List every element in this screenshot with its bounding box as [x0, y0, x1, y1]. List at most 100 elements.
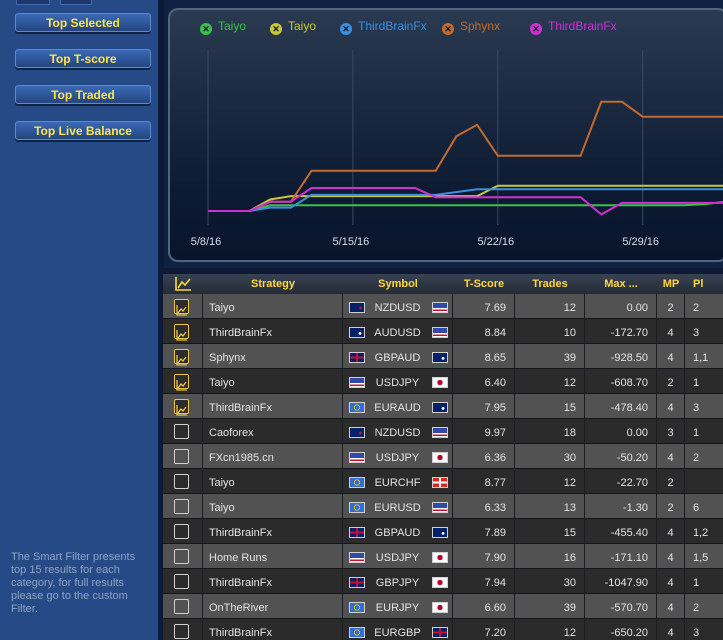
table-row[interactable]: Caoforex NZDUSD 9.97 18 0.00 3 1: [163, 419, 723, 444]
chart-toggle-checkbox[interactable]: [174, 524, 189, 539]
select-cell: [163, 494, 203, 518]
close-icon[interactable]: ✕: [442, 23, 454, 35]
sidebar: Top Selected Top T-score Top Traded Top …: [0, 0, 161, 640]
tscore-cell: 9.97: [453, 419, 515, 443]
mp-cell: 4: [657, 519, 685, 543]
select-cell: [163, 369, 203, 393]
chart-toggle-checkbox[interactable]: [174, 599, 189, 614]
pl-cell: 6: [693, 502, 700, 514]
symbol-cell: GBPAUD: [343, 344, 453, 368]
flag-icon: [432, 527, 448, 538]
legend-item[interactable]: ✕ ThirdBrainFx: [340, 18, 427, 35]
close-icon[interactable]: ✕: [340, 23, 352, 35]
trades-cell: 12: [515, 469, 585, 493]
table-row[interactable]: Sphynx GBPAUD 8.65 39 -928.50 4 1,1: [163, 344, 723, 369]
table-row[interactable]: Taiyo USDJPY 6.40 12 -608.70 2 1: [163, 369, 723, 394]
chart-column-header[interactable]: [163, 274, 203, 294]
select-cell: [163, 394, 203, 418]
chart-toggle-checkbox[interactable]: [174, 474, 189, 489]
top-selected-button[interactable]: Top Selected: [15, 13, 151, 32]
strategy-cell: Sphynx: [203, 344, 343, 368]
max-drawdown-cell: -1047.90: [585, 569, 657, 593]
table-row[interactable]: FXcn1985.cn USDJPY 6.36 30 -50.20 4 2: [163, 444, 723, 469]
top-tab-stub[interactable]: [60, 0, 92, 5]
mp-cell: 3: [657, 419, 685, 443]
symbol-header[interactable]: Symbol: [343, 274, 453, 294]
legend-item[interactable]: ✕ Taiyo: [200, 18, 246, 35]
chart-icon: [176, 305, 187, 316]
flag-icon: [349, 452, 365, 463]
table-row[interactable]: Taiyo EURUSD 6.33 13 -1.30 2 6: [163, 494, 723, 519]
pl-cell: 1,1: [693, 352, 709, 364]
max-drawdown-header[interactable]: Max ...: [585, 274, 657, 294]
table-row[interactable]: Taiyo EURCHF 8.77 12 -22.70 2: [163, 469, 723, 494]
legend-item[interactable]: ✕ Sphynx: [442, 18, 500, 35]
table-row[interactable]: ThirdBrainFx GBPJPY 7.94 30 -1047.90 4 1: [163, 569, 723, 594]
max-drawdown-cell: -928.50: [585, 344, 657, 368]
table-row[interactable]: Taiyo NZDUSD 7.69 12 0.00 2 2: [163, 294, 723, 319]
tscore-header[interactable]: T-Score: [453, 274, 515, 294]
flag-icon: [349, 627, 365, 638]
chart-toggle-checkbox[interactable]: [174, 424, 189, 439]
strategy-header[interactable]: Strategy: [203, 274, 343, 294]
chart-toggle-checked[interactable]: [174, 324, 189, 341]
mp-header[interactable]: MP: [657, 274, 685, 294]
mp-cell: 4: [657, 594, 685, 618]
pl-cell: 2: [693, 602, 700, 614]
chart-toggle-checked[interactable]: [174, 399, 189, 416]
close-icon[interactable]: ✕: [530, 23, 542, 35]
top-live-balance-button[interactable]: Top Live Balance: [15, 121, 151, 140]
pl-cell: 1: [693, 377, 700, 389]
flag-icon: [349, 327, 365, 338]
chart-toggle-checked[interactable]: [174, 349, 189, 366]
symbol-cell: EURUSD: [343, 494, 453, 518]
select-cell: [163, 594, 203, 618]
chart-toggle-checkbox[interactable]: [174, 624, 189, 639]
tscore-cell: 7.95: [453, 394, 515, 418]
table-row[interactable]: OnTheRiver EURJPY 6.60 39 -570.70 4 2: [163, 594, 723, 619]
flag-icon: [349, 577, 365, 588]
top-tab-stub[interactable]: [16, 0, 50, 5]
flag-icon: [432, 377, 448, 388]
chart-toggle-checked[interactable]: [174, 299, 189, 316]
pl-header[interactable]: Pl: [685, 274, 723, 294]
chart-toggle-checkbox[interactable]: [174, 574, 189, 589]
tscore-cell: 7.20: [453, 619, 515, 640]
pl-cell: 1: [693, 427, 700, 439]
flag-icon: [432, 402, 448, 413]
x-tick-label: 5/8/16: [191, 236, 222, 248]
symbol-cell: GBPAUD: [343, 519, 453, 543]
close-icon[interactable]: ✕: [200, 23, 212, 35]
strategy-cell: Taiyo: [203, 294, 343, 318]
max-drawdown-cell: -455.40: [585, 519, 657, 543]
close-icon[interactable]: ✕: [270, 23, 282, 35]
tscore-cell: 7.89: [453, 519, 515, 543]
chart-toggle-checkbox[interactable]: [174, 549, 189, 564]
top-traded-button[interactable]: Top Traded: [15, 85, 151, 104]
symbol-cell: AUDUSD: [343, 319, 453, 343]
table-row[interactable]: ThirdBrainFx EURGBP 7.20 12 -650.20 4 3: [163, 619, 723, 640]
table-row[interactable]: ThirdBrainFx EURAUD 7.95 15 -478.40 4 3: [163, 394, 723, 419]
chart-toggle-checked[interactable]: [174, 374, 189, 391]
top-t-score-button[interactable]: Top T-score: [15, 49, 151, 68]
select-cell: [163, 544, 203, 568]
strategy-cell: Taiyo: [203, 369, 343, 393]
trades-cell: 18: [515, 419, 585, 443]
symbol-cell: USDJPY: [343, 444, 453, 468]
table-row[interactable]: ThirdBrainFx AUDUSD 8.84 10 -172.70 4 3: [163, 319, 723, 344]
select-cell: [163, 344, 203, 368]
chart-toggle-checkbox[interactable]: [174, 499, 189, 514]
legend-item[interactable]: ✕ Taiyo: [270, 18, 316, 35]
chart-toggle-checkbox[interactable]: [174, 449, 189, 464]
max-drawdown-cell: -1.30: [585, 494, 657, 518]
table-row[interactable]: Home Runs USDJPY 7.90 16 -171.10 4 1,5: [163, 544, 723, 569]
flag-icon: [349, 552, 365, 563]
table-row[interactable]: ThirdBrainFx GBPAUD 7.89 15 -455.40 4 1,2: [163, 519, 723, 544]
legend-item[interactable]: ✕ ThirdBrainFx: [530, 18, 617, 35]
trades-header[interactable]: Trades: [515, 274, 585, 294]
max-drawdown-cell: -650.20: [585, 619, 657, 640]
trades-cell: 39: [515, 344, 585, 368]
strategy-table: Strategy Symbol T-Score Trades Max ... M…: [163, 274, 723, 640]
mp-cell: 2: [657, 294, 685, 318]
flag-icon: [432, 352, 448, 363]
